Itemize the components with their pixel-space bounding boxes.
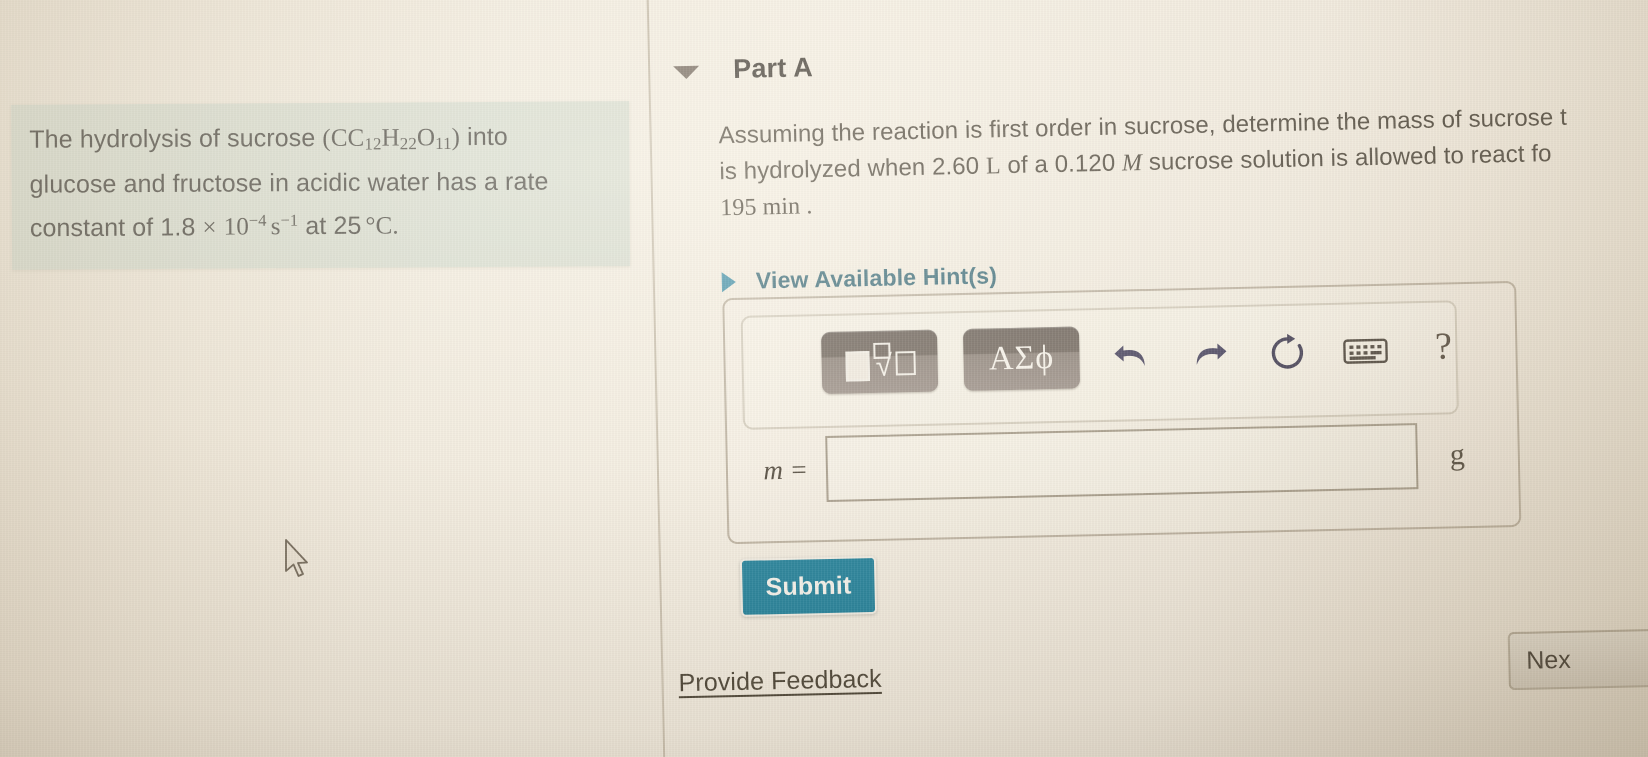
help-label: ? bbox=[1434, 325, 1453, 368]
submit-label: Submit bbox=[765, 570, 852, 601]
provide-feedback-label: Provide Feedback bbox=[678, 664, 882, 698]
unit-label: g bbox=[1449, 438, 1466, 472]
answer-container: √ ΑΣϕ ? m = g bbox=[722, 280, 1522, 545]
problem-line-3: constant of 1.8 × 10−4 s−1 at 25 °C. bbox=[30, 200, 612, 248]
triangle-down-icon[interactable] bbox=[673, 65, 700, 80]
next-label: Nex bbox=[1525, 645, 1572, 675]
screenshot-stage: The hydrolysis of sucrose (CC12H22O11) i… bbox=[0, 0, 1648, 757]
nth-root-icon: √ bbox=[873, 342, 916, 383]
page-title: Part A bbox=[732, 52, 814, 84]
problem-line-1: The hydrolysis of sucrose (CC12H22O11) i… bbox=[29, 117, 611, 165]
provide-feedback-link[interactable]: Provide Feedback bbox=[678, 665, 882, 698]
variable-label: m = bbox=[763, 453, 809, 485]
next-button[interactable]: Nex bbox=[1507, 628, 1648, 691]
answer-input-row: m = g bbox=[743, 422, 1465, 504]
problem-statement-box: The hydrolysis of sucrose (CC12H22O11) i… bbox=[11, 101, 631, 271]
answer-pane: Part A Assuming the reaction is first or… bbox=[653, 0, 1648, 757]
question-text: Assuming the reaction is first order in … bbox=[718, 96, 1648, 226]
keyboard-icon[interactable] bbox=[1339, 325, 1392, 378]
template-box-icon bbox=[845, 351, 871, 382]
sucrose-formula: (CC12H22O11) bbox=[322, 124, 461, 154]
triangle-right-icon[interactable] bbox=[721, 271, 737, 292]
molarity-symbol: M bbox=[1121, 150, 1143, 177]
redo-icon[interactable] bbox=[1183, 328, 1236, 381]
times-symbol: × bbox=[202, 213, 217, 242]
view-hints-label: View Available Hint(s) bbox=[755, 262, 998, 294]
greek-symbols-button[interactable]: ΑΣϕ bbox=[962, 326, 1081, 391]
help-icon[interactable]: ? bbox=[1417, 320, 1470, 379]
view-hints-link[interactable]: View Available Hint(s) bbox=[721, 262, 998, 295]
part-a-header[interactable]: Part A bbox=[673, 52, 813, 86]
undo-icon[interactable] bbox=[1105, 330, 1158, 383]
problem-text-a: The hydrolysis of sucrose bbox=[29, 124, 316, 154]
problem-pane: The hydrolysis of sucrose (CC12H22O11) i… bbox=[0, 0, 671, 757]
temperature-text: at 25 °C. bbox=[305, 212, 399, 241]
math-toolbar-panel: √ ΑΣϕ ? bbox=[740, 300, 1459, 430]
rate-constant-power: 10−4 s−1 bbox=[223, 210, 299, 241]
rate-constant-text: constant of 1.8 bbox=[29, 213, 196, 243]
submit-button[interactable]: Submit bbox=[739, 555, 878, 617]
problem-text-b: into bbox=[467, 122, 508, 152]
answer-input[interactable] bbox=[825, 423, 1419, 503]
problem-line-2: glucose and fructose in acidic water has… bbox=[29, 167, 549, 199]
math-template-button[interactable]: √ bbox=[820, 329, 939, 395]
reset-icon[interactable] bbox=[1261, 326, 1314, 379]
unit-liters: L bbox=[985, 153, 1002, 180]
greek-symbols-label: ΑΣϕ bbox=[988, 339, 1055, 378]
math-toolbar: √ ΑΣϕ ? bbox=[820, 318, 1470, 395]
mastering-chemistry-screen: The hydrolysis of sucrose (CC12H22O11) i… bbox=[0, 0, 1648, 757]
